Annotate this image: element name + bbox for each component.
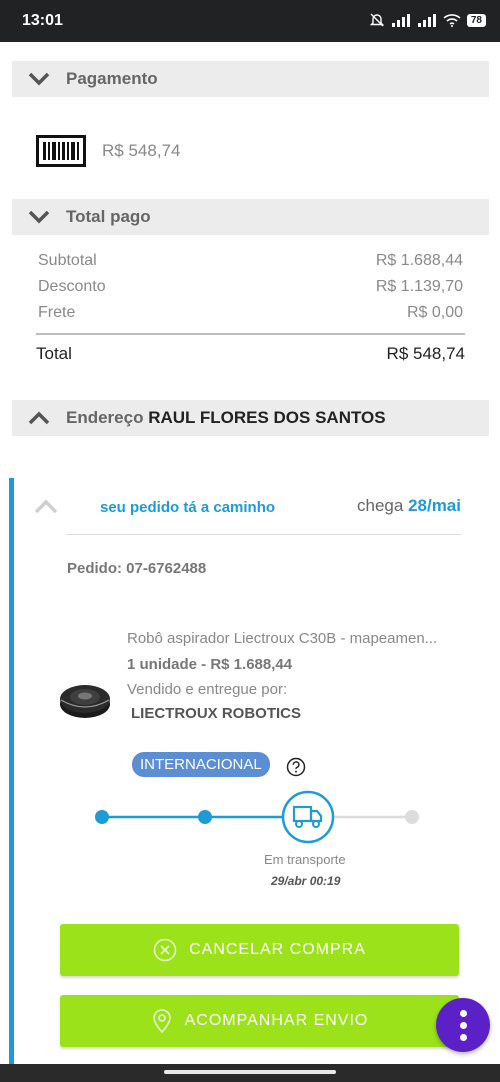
address-prefix: Endereço: [66, 408, 144, 427]
discount-label: Desconto: [38, 278, 106, 295]
subtotal-value: R$ 1.688,44: [375, 252, 463, 269]
address-name: RAUL FLORES DOS SANTOS: [148, 408, 386, 427]
total-divider: [36, 333, 465, 335]
product-quantity: 1 unidade - R$ 1.688,44: [127, 656, 293, 673]
eta-date: 28/mai: [408, 496, 461, 515]
payment-section-header[interactable]: Pagamento: [12, 61, 489, 97]
status-bar: 13:01 78: [0, 0, 500, 42]
chevron-down-icon: [12, 210, 66, 224]
cancel-purchase-button[interactable]: CANCELAR COMPRA: [60, 924, 459, 976]
timeline-step-done: [198, 810, 212, 824]
mute-icon: [369, 13, 385, 27]
system-navigation-bar: [0, 1064, 500, 1082]
chevron-up-icon: [34, 499, 58, 514]
help-icon[interactable]: [286, 757, 306, 777]
track-button-label: ACOMPANHAR ENVIO: [184, 1012, 369, 1029]
track-shipment-button[interactable]: ACOMPANHAR ENVIO: [60, 995, 459, 1047]
signal-icon: [391, 14, 410, 27]
order-status: seu pedido tá a caminho: [100, 499, 276, 516]
total-label: Total: [36, 344, 72, 363]
seller-name: LIECTROUX ROBOTICS: [131, 705, 302, 722]
seller-label: Vendido e entregue por:: [127, 681, 288, 698]
tracking-timeline: [95, 790, 419, 844]
address-section-header[interactable]: Endereço RAUL FLORES DOS SANTOS: [12, 400, 489, 436]
subtotal-label: Subtotal: [38, 252, 97, 269]
more-options-fab[interactable]: [436, 998, 490, 1052]
timeline-step-pending: [405, 810, 419, 824]
order-header-divider: [66, 534, 461, 535]
total-value: R$ 548,74: [386, 344, 465, 363]
tracking-time: 29/abr 00:19: [271, 874, 341, 888]
total-paid-title: Total pago: [66, 207, 151, 226]
timeline-step-current: [281, 790, 335, 844]
tracking-label: Em transporte: [264, 852, 346, 867]
wifi-icon: [443, 14, 461, 27]
shipping-label: Frete: [38, 304, 76, 321]
discount-value: R$ 1.139,70: [375, 278, 463, 295]
order-eta: chega 28/mai: [357, 496, 461, 516]
timeline-step-done: [95, 810, 109, 824]
chevron-up-icon: [12, 411, 66, 425]
total-paid-section-header[interactable]: Total pago: [12, 199, 489, 235]
status-icons: 78: [369, 12, 486, 28]
order-number: Pedido: 07-6762488: [67, 560, 207, 577]
subtotal-row: Subtotal R$ 1.688,44: [38, 252, 463, 270]
product-name[interactable]: Robô aspirador Liectroux C30B - mapeamen…: [127, 630, 467, 647]
dot-icon: [459, 1033, 467, 1041]
address-title: Endereço RAUL FLORES DOS SANTOS: [66, 408, 386, 428]
product-image[interactable]: [58, 678, 112, 720]
barcode-icon: [36, 135, 86, 167]
battery-icon: 78: [466, 13, 486, 27]
status-time: 13:01: [22, 12, 63, 29]
shipping-value: R$ 0,00: [406, 304, 463, 321]
location-pin-icon: [151, 1008, 173, 1034]
order-card-header[interactable]: seu pedido tá a caminho chega 28/mai: [14, 478, 491, 536]
chevron-down-icon: [12, 72, 66, 86]
order-card: seu pedido tá a caminho chega 28/mai Ped…: [9, 478, 491, 1082]
international-badge: INTERNACIONAL: [132, 752, 270, 777]
total-row: Total R$ 548,74: [36, 344, 465, 364]
payment-title: Pagamento: [66, 69, 158, 88]
shipping-row: Frete R$ 0,00: [38, 304, 463, 322]
home-gesture-pill[interactable]: [164, 1070, 336, 1074]
eta-prefix: chega: [357, 496, 404, 515]
cancel-icon: [153, 938, 177, 962]
cancel-button-label: CANCELAR COMPRA: [189, 941, 366, 958]
dot-icon: [459, 1009, 467, 1017]
discount-row: Desconto R$ 1.139,70: [38, 278, 463, 296]
payment-method-row: R$ 548,74: [36, 135, 180, 167]
payment-amount: R$ 548,74: [102, 141, 181, 160]
dot-icon: [459, 1021, 467, 1029]
signal-icon: [417, 14, 436, 27]
